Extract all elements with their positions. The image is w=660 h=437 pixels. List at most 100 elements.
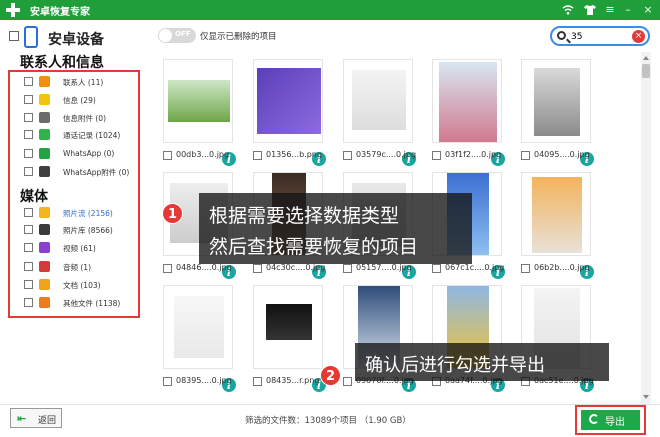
file-thumbnail[interactable]	[343, 59, 413, 143]
sidebar-item[interactable]: 音频 (1)	[24, 261, 138, 273]
file-name: 08395....0.jpg	[176, 376, 232, 385]
preview-image	[257, 68, 321, 134]
file-tile[interactable]: i 06b2b....0.jpg	[517, 172, 595, 280]
deleted-only-toggle[interactable]: OFF	[158, 28, 196, 43]
file-checkbox[interactable]	[432, 151, 441, 160]
file-thumbnail[interactable]	[253, 59, 323, 143]
file-checkbox[interactable]	[521, 151, 530, 160]
file-name-row: 04c30c....0.jpg	[253, 263, 333, 275]
sidebar-item[interactable]: 视频 (61)	[24, 242, 138, 254]
sidebar-item[interactable]: WhatsApp附件 (0)	[24, 166, 138, 178]
search-input[interactable]	[571, 30, 631, 43]
file-tile[interactable]: i 04095....0.jpg	[517, 59, 595, 167]
device-title: 安卓设备	[48, 32, 104, 48]
sidebar-item-checkbox[interactable]	[24, 130, 33, 139]
sidebar-item-label: 照片流 (2156)	[63, 209, 113, 218]
sidebar-item-checkbox[interactable]	[24, 95, 33, 104]
file-thumbnail[interactable]	[163, 285, 233, 369]
audio-icon	[39, 261, 50, 272]
file-name: 08435...r.png	[266, 376, 320, 385]
sidebar-item[interactable]: 联系人 (11)	[24, 76, 138, 88]
attachment-icon	[39, 112, 50, 123]
close-icon[interactable]: ×	[640, 2, 656, 18]
preview-image	[174, 296, 224, 358]
document-icon	[39, 279, 50, 290]
file-name-row: 04095....0.jpg	[521, 150, 601, 162]
file-name-row: 04846....0.jpg	[163, 263, 243, 275]
file-tile[interactable]: i 08395....0.jpg	[159, 285, 237, 393]
file-checkbox[interactable]	[343, 151, 352, 160]
file-tile[interactable]: i 03f1f2....0.jpg	[428, 59, 506, 167]
file-checkbox[interactable]	[253, 151, 262, 160]
file-checkbox[interactable]	[163, 377, 172, 386]
wifi-icon[interactable]	[560, 2, 576, 18]
file-tile[interactable]: i 01356...b.png	[249, 59, 327, 167]
sidebar-item-label: 通话记录 (1024)	[63, 131, 121, 140]
file-checkbox[interactable]	[432, 264, 441, 273]
sidebar-item-checkbox[interactable]	[24, 280, 33, 289]
sidebar-item-checkbox[interactable]	[24, 298, 33, 307]
sidebar-item-checkbox[interactable]	[24, 262, 33, 271]
sidebar-item-checkbox[interactable]	[24, 149, 33, 158]
minimize-icon[interactable]: –	[620, 2, 636, 18]
file-thumbnail[interactable]	[521, 59, 591, 143]
file-checkbox[interactable]	[163, 264, 172, 273]
sidebar-item[interactable]: 照片库 (8566)	[24, 224, 138, 236]
file-checkbox[interactable]	[253, 264, 262, 273]
sidebar-item-label: 照片库 (8566)	[63, 226, 113, 235]
file-thumbnail[interactable]	[432, 59, 502, 143]
shirt-icon[interactable]	[582, 2, 598, 18]
whatsapp-icon	[39, 148, 50, 159]
file-checkbox[interactable]	[253, 377, 262, 386]
file-thumbnail[interactable]	[521, 172, 591, 256]
select-all-checkbox[interactable]	[9, 31, 19, 41]
step-marker-1: 1	[162, 203, 183, 224]
clear-search-icon[interactable]: ×	[632, 30, 645, 43]
file-tile[interactable]: i 00db3...0.jpg	[159, 59, 237, 167]
export-button[interactable]: 导出	[581, 410, 640, 430]
file-checkbox[interactable]	[343, 264, 352, 273]
sidebar-item-checkbox[interactable]	[24, 208, 33, 217]
scrollbar[interactable]	[641, 52, 651, 404]
search-icon	[557, 31, 566, 40]
file-thumbnail[interactable]	[163, 59, 233, 143]
sidebar-item[interactable]: 文档 (103)	[24, 279, 138, 291]
sidebar-item[interactable]: 通话记录 (1024)	[24, 129, 138, 141]
scroll-up-icon[interactable]	[643, 56, 649, 60]
menu-icon[interactable]: ≡	[602, 2, 618, 18]
phone-device-icon	[24, 26, 38, 48]
file-checkbox[interactable]	[521, 264, 530, 273]
whatsapp-attachment-icon	[39, 166, 50, 177]
section-title-contacts-messages: 联系人和信息	[20, 55, 104, 71]
scroll-down-icon[interactable]	[643, 395, 649, 399]
sidebar-item-label: 视频 (61)	[63, 244, 96, 253]
file-name: 06b2b....0.jpg	[534, 263, 590, 272]
tip-overlay-2: 确认后进行勾选并导出	[355, 343, 609, 381]
file-checkbox[interactable]	[163, 151, 172, 160]
file-name-row: 06b2b....0.jpg	[521, 263, 601, 275]
sidebar-item-checkbox[interactable]	[24, 243, 33, 252]
sidebar-item-checkbox[interactable]	[24, 167, 33, 176]
sidebar-item-checkbox[interactable]	[24, 77, 33, 86]
preview-image	[439, 62, 497, 142]
tip-2-line-1: 确认后进行勾选并导出	[365, 355, 545, 376]
file-tile[interactable]: i 03579c....0.jpg	[339, 59, 417, 167]
file-checkbox[interactable]	[343, 377, 352, 386]
sidebar-item-checkbox[interactable]	[24, 113, 33, 122]
file-name: 04095....0.jpg	[534, 150, 590, 159]
file-name-row: 03579c....0.jpg	[343, 150, 423, 162]
scrollbar-thumb[interactable]	[642, 64, 650, 78]
sidebar-item[interactable]: 信息 (29)	[24, 94, 138, 106]
sidebar-item-label: WhatsApp附件 (0)	[63, 168, 130, 177]
sidebar-item[interactable]: WhatsApp (0)	[24, 148, 138, 160]
sidebar-item[interactable]: 其他文件 (1138)	[24, 297, 138, 309]
sidebar-item-checkbox[interactable]	[24, 225, 33, 234]
sidebar-item[interactable]: 信息附件 (0)	[24, 112, 138, 124]
file-thumbnail[interactable]	[253, 285, 323, 369]
sidebar-item[interactable]: 照片流 (2156)	[24, 207, 138, 219]
preview-image	[266, 304, 312, 340]
file-name-row: 05157....0.jpg	[343, 263, 423, 275]
file-tile[interactable]: i 08435...r.png	[249, 285, 327, 393]
toggle-knob	[159, 29, 172, 42]
back-button[interactable]: ⇤ 返回	[10, 408, 62, 428]
